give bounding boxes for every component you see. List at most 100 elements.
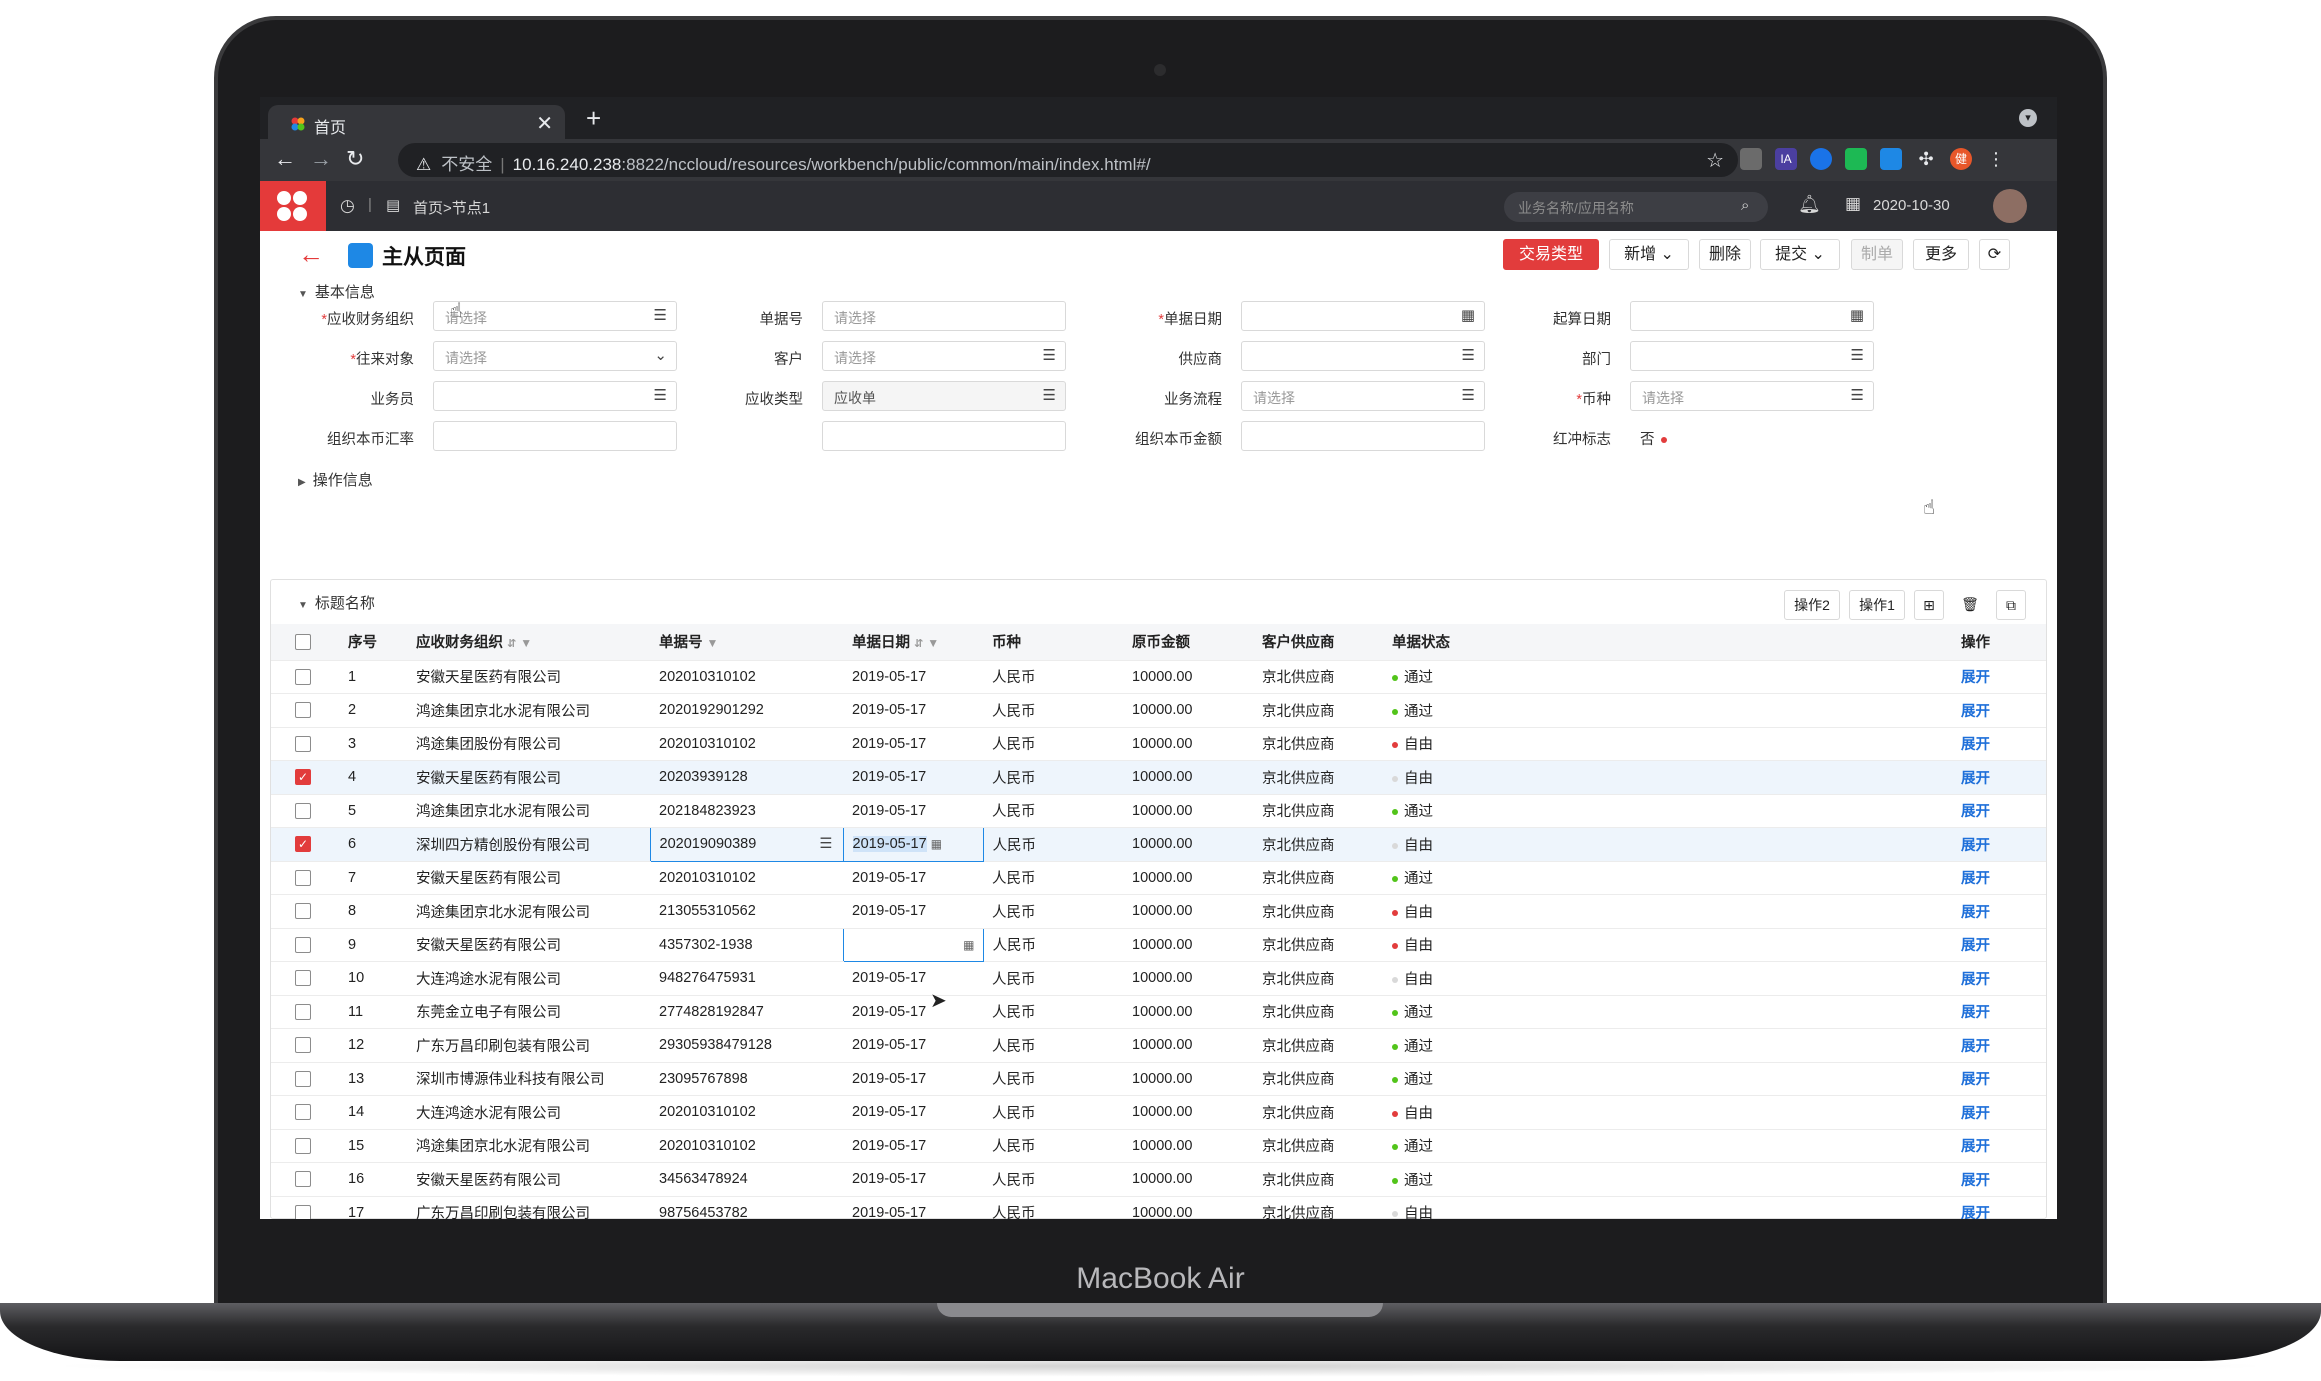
table-row[interactable]: 3 鸿途集团股份有限公司 202010310102 2019-05-17 人民币 1000… [271, 727, 2046, 761]
cell-org[interactable]: 深圳四方精创股份有限公司 [407, 827, 650, 862]
cell-currency[interactable]: 人民币 [983, 693, 1123, 728]
bell-icon[interactable]: 🔔︎ [1798, 194, 1821, 215]
extension-ia-icon[interactable]: IA [1775, 148, 1797, 170]
table-row[interactable]: 5 鸿途集团京北水泥有限公司 202184823923 2019-05-17 人民币 10… [271, 794, 2046, 828]
list-icon[interactable]: ☰ [1462, 346, 1475, 364]
cell-op[interactable]: 展开 [1952, 693, 2046, 728]
list-icon[interactable]: ☰ [1851, 346, 1864, 364]
cell-supplier[interactable]: 京北供应商 [1253, 1062, 1383, 1096]
sort-icon[interactable]: ⇵ [914, 638, 923, 650]
cell-op[interactable]: 展开 [1952, 1095, 2046, 1130]
cell-amount[interactable]: 10000.00 [1123, 1095, 1253, 1130]
cell-supplier[interactable]: 京北供应商 [1253, 794, 1383, 828]
row-checkbox[interactable] [295, 1003, 311, 1020]
cell-status[interactable]: 通过 [1383, 660, 1833, 694]
cell-checkbox[interactable] [271, 928, 339, 962]
cell-org[interactable]: 鸿途集团京北水泥有限公司 [407, 894, 650, 929]
cell-org[interactable]: 鸿途集团股份有限公司 [407, 727, 650, 761]
filter-icon[interactable]: ▼ [707, 636, 719, 650]
list-icon[interactable]: ☰ [1043, 386, 1056, 404]
cell-status[interactable]: 通过 [1383, 1129, 1833, 1163]
cell-currency[interactable]: 人民币 [983, 727, 1123, 761]
filter-icon[interactable]: ▼ [927, 636, 939, 650]
trade-type-button[interactable]: 交易类型 [1503, 239, 1599, 270]
cell-billno[interactable]: 948276475931 [650, 961, 843, 996]
row-checkbox[interactable] [295, 1104, 311, 1121]
cell-amount[interactable]: 10000.00 [1123, 961, 1253, 996]
cell-date[interactable]: 2019-05-17 [843, 1196, 983, 1219]
cell-org[interactable]: 鸿途集团京北水泥有限公司 [407, 794, 650, 828]
browser-tab[interactable]: 首页 ✕ [268, 105, 565, 139]
cell-status[interactable]: 自由 [1383, 1196, 1833, 1219]
table-row[interactable]: 16 安徽天星医药有限公司 34563478924 2019-05-17 人民币 1000… [271, 1162, 2046, 1197]
cell-org[interactable]: 东莞金立电子有限公司 [407, 995, 650, 1029]
row-checkbox[interactable] [295, 802, 311, 819]
search-icon[interactable]: ⌕ [1741, 197, 1749, 214]
table-row[interactable]: 8 鸿途集团京北水泥有限公司 213055310562 2019-05-17 人民币 10… [271, 894, 2046, 929]
cell-currency[interactable]: 人民币 [983, 1129, 1123, 1163]
cell-op[interactable]: 展开 [1952, 995, 2046, 1029]
cell-supplier[interactable]: 京北供应商 [1253, 1095, 1383, 1130]
submit-button[interactable]: 提交 ⌄ [1760, 239, 1840, 270]
list-icon[interactable]: ☰ [1462, 386, 1475, 404]
cell-supplier[interactable]: 京北供应商 [1253, 861, 1383, 895]
cell-supplier[interactable]: 京北供应商 [1253, 1196, 1383, 1219]
expand-link[interactable]: 展开 [1961, 1106, 1990, 1122]
cell-org[interactable]: 大连鸿途水泥有限公司 [407, 1095, 650, 1130]
cell-date[interactable]: 2019-05-17 [843, 995, 983, 1029]
cell-date[interactable]: 2019-05-17 [843, 760, 983, 795]
col-org[interactable]: 应收财务组织 ⇵ ▼ [407, 624, 650, 661]
cell-billno[interactable]: 23095767898 [650, 1062, 843, 1096]
basic-info-section[interactable]: ▼ 基本信息 [298, 281, 375, 302]
cell-status[interactable]: 自由 [1383, 827, 1833, 862]
table-row[interactable]: 2 鸿途集团京北水泥有限公司 2020192901292 2019-05-17 人民币 1… [271, 693, 2046, 728]
delete-button[interactable]: 删除 [1699, 239, 1751, 270]
table-row[interactable]: 14 大连鸿途水泥有限公司 202010310102 2019-05-17 人民币 100… [271, 1095, 2046, 1130]
row-checkbox[interactable]: ✓ [295, 769, 311, 786]
expand-link[interactable]: 展开 [1961, 1206, 1990, 1219]
row-checkbox[interactable] [295, 1137, 311, 1154]
cell-checkbox[interactable] [271, 1028, 339, 1063]
cell-date[interactable]: 2019-05-17 [843, 1028, 983, 1063]
cell-org[interactable]: 安徽天星医药有限公司 [407, 1162, 650, 1197]
operation2-button[interactable]: 操作2 [1784, 590, 1840, 620]
cell-amount[interactable]: 10000.00 [1123, 794, 1253, 828]
cell-checkbox[interactable] [271, 1162, 339, 1197]
profile-avatar[interactable]: 健 [1950, 148, 1972, 170]
puzzle-icon[interactable]: ✣ [1915, 148, 1937, 170]
calendar-icon[interactable]: ▦ [1850, 306, 1864, 324]
cell-billno[interactable]: 4357302-1938 [650, 928, 843, 962]
calendar-icon[interactable]: ▦ [1845, 194, 1861, 214]
expand-link[interactable]: 展开 [1961, 704, 1990, 720]
cell-checkbox[interactable] [271, 1196, 339, 1219]
cell-amount[interactable]: 10000.00 [1123, 660, 1253, 694]
extension-icon[interactable] [1740, 148, 1762, 170]
cell-org[interactable]: 安徽天星医药有限公司 [407, 660, 650, 694]
row-checkbox[interactable] [295, 1204, 311, 1219]
cell-op[interactable]: 展开 [1952, 1129, 2046, 1163]
cell-amount[interactable]: 10000.00 [1123, 693, 1253, 728]
cell-currency[interactable]: 人民币 [983, 660, 1123, 694]
cell-date[interactable]: 2019-05-17 [843, 794, 983, 828]
cell-date[interactable]: 2019-05-17 [843, 727, 983, 761]
clock-icon[interactable]: ◷ [340, 196, 355, 216]
expand-link[interactable]: 展开 [1961, 771, 1990, 787]
operation1-button[interactable]: 操作1 [1849, 590, 1905, 620]
cell-org[interactable]: 大连鸿途水泥有限公司 [407, 961, 650, 996]
cell-checkbox[interactable] [271, 1062, 339, 1096]
cell-supplier[interactable]: 京北供应商 [1253, 827, 1383, 862]
expand-link[interactable]: 展开 [1961, 871, 1990, 887]
cell-amount[interactable]: 10000.00 [1123, 1196, 1253, 1219]
cell-amount[interactable]: 10000.00 [1123, 1129, 1253, 1163]
billno-field[interactable]: 请选择 [822, 301, 1066, 331]
cell-currency[interactable]: 人民币 [983, 894, 1123, 929]
dept-field[interactable]: ☰ [1630, 341, 1874, 371]
cell-checkbox[interactable] [271, 660, 339, 694]
select-all-cell[interactable] [271, 624, 339, 661]
table-row[interactable]: 13 深圳市博源伟业科技有限公司 23095767898 2019-05-17 人民币 1… [271, 1062, 2046, 1096]
cell-status[interactable]: 自由 [1383, 1095, 1833, 1130]
extension-icon[interactable] [1845, 148, 1867, 170]
cell-date-editing[interactable]: 2019-05-17 ▦ [842, 827, 984, 862]
cell-status[interactable]: 自由 [1383, 760, 1833, 795]
calendar-icon[interactable]: ▦ [1461, 306, 1475, 324]
